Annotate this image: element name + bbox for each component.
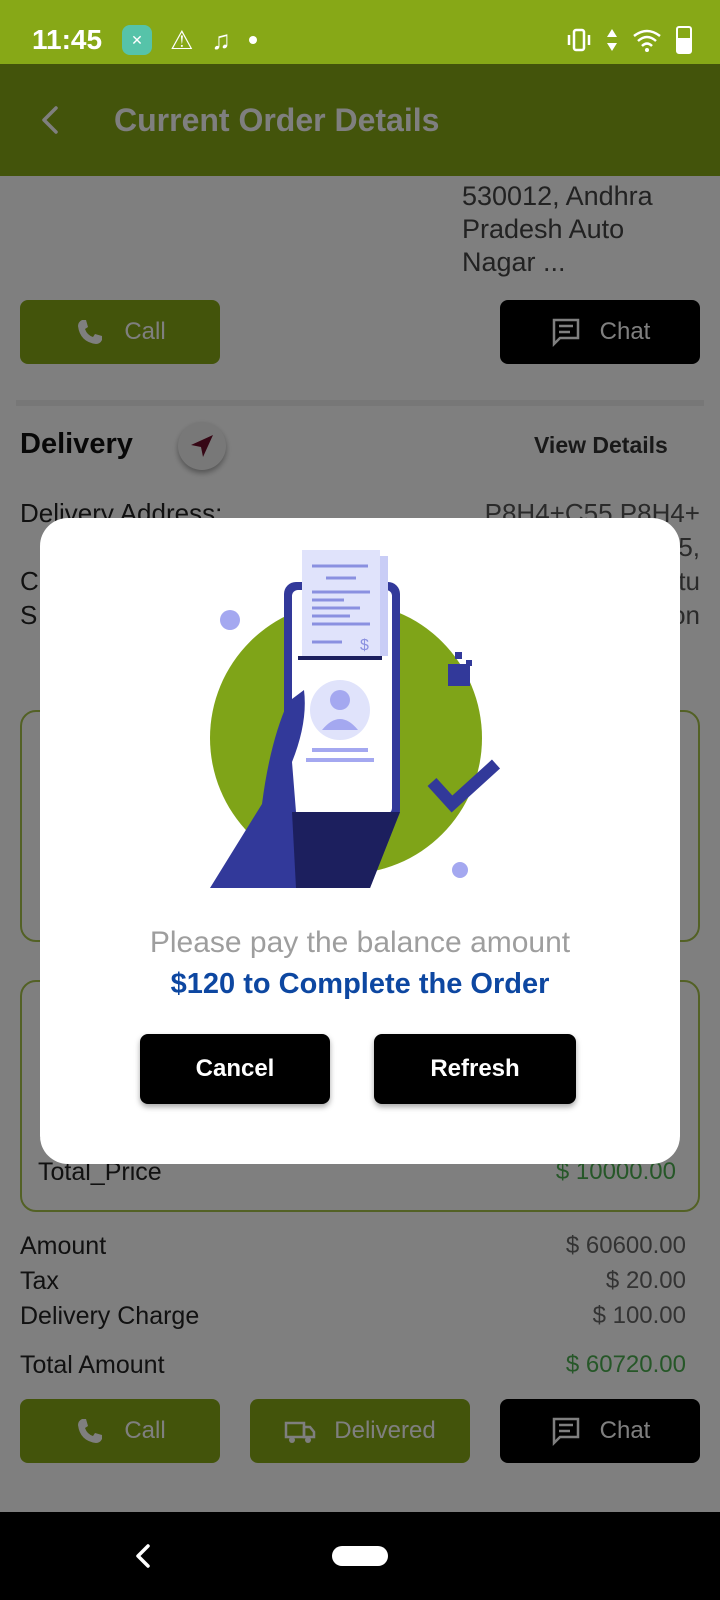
refresh-button[interactable]: Refresh xyxy=(374,1034,576,1104)
cancel-button[interactable]: Cancel xyxy=(140,1034,330,1104)
nav-home-pill[interactable] xyxy=(332,1546,388,1566)
payment-dialog: $ Please pay the balance amount $120 to … xyxy=(40,518,680,1164)
wifi-icon xyxy=(633,29,661,52)
svg-text:$: $ xyxy=(360,637,369,654)
dialog-amount-message: $120 to Complete the Order xyxy=(170,968,550,1000)
data-arrows-icon xyxy=(607,29,617,51)
system-nav-bar xyxy=(0,1512,720,1600)
dot-icon xyxy=(248,36,257,44)
app-notification-icon: ✕ xyxy=(122,25,152,55)
status-bar: 11:45 ✕ ⚠ ♫ xyxy=(0,0,720,64)
vibrate-icon xyxy=(567,28,591,52)
payment-phone-illustration: $ xyxy=(210,550,501,888)
dialog-message: Please pay the balance amount xyxy=(149,926,571,959)
status-time: 11:45 xyxy=(32,24,103,55)
warning-icon: ⚠ xyxy=(170,25,194,55)
battery-icon xyxy=(676,26,692,54)
modal-scrim-top[interactable] xyxy=(0,64,720,176)
music-app-icon: ♫ xyxy=(211,25,231,55)
nav-back-icon[interactable] xyxy=(128,1540,160,1572)
